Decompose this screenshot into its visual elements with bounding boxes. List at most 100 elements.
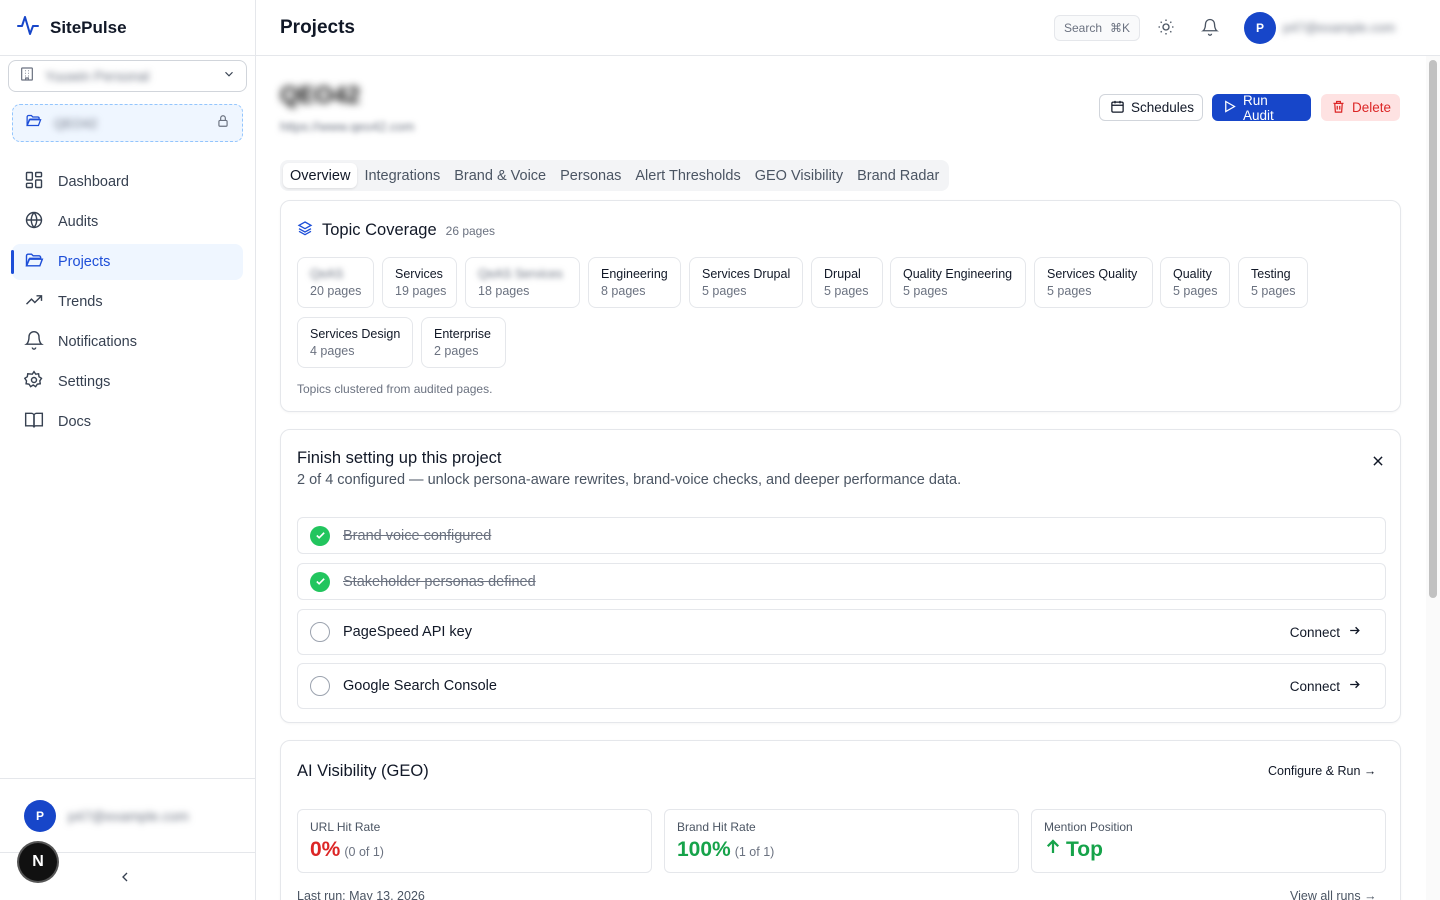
- run-audit-label: Run Audit: [1243, 92, 1274, 123]
- connect-pagespeed-button[interactable]: Connect: [1290, 624, 1361, 640]
- setup-item: Stakeholder personas defined: [297, 563, 1386, 600]
- metric-value: Top: [1066, 838, 1103, 861]
- topic-chip[interactable]: Services Design 4 pages: [297, 317, 413, 368]
- sidebar-item-docs[interactable]: Docs: [12, 404, 243, 440]
- main-content: QEO42 https://www.qeo42.com Schedules Ru…: [256, 56, 1426, 900]
- sun-icon[interactable]: [1157, 18, 1175, 41]
- setup-item-label: Stakeholder personas defined: [343, 573, 536, 590]
- sidebar-item-trends[interactable]: Trends: [12, 284, 243, 320]
- play-icon: [1222, 99, 1237, 117]
- sidebar-item-label: Docs: [58, 414, 92, 430]
- geo-last-run: Last run: May 13, 2026: [297, 889, 425, 900]
- arrow-right-icon: [1348, 624, 1361, 640]
- pulse-logo-icon: [16, 13, 40, 42]
- chevron-down-icon: [222, 67, 236, 86]
- chevron-left-icon[interactable]: [117, 869, 133, 890]
- sidebar-item-label: Notifications: [58, 334, 137, 350]
- next-dev-badge[interactable]: N: [19, 843, 57, 881]
- building-icon: [19, 66, 35, 87]
- main-scrollbar[interactable]: [1426, 56, 1440, 900]
- topic-chip[interactable]: Testing 5 pages: [1238, 257, 1308, 308]
- tab-alert-thresholds[interactable]: Alert Thresholds: [628, 163, 747, 188]
- metric-value-row: 0% (0 of 1): [310, 838, 639, 862]
- sidebar-item-notifications[interactable]: Notifications: [12, 324, 243, 360]
- org-selector[interactable]: Yuuwin Personal: [8, 60, 247, 92]
- sidebar-item-dashboard[interactable]: Dashboard: [12, 164, 243, 200]
- tab-geo-visibility[interactable]: GEO Visibility: [748, 163, 850, 188]
- metric-url-hit-rate: URL Hit Rate 0% (0 of 1): [297, 809, 652, 873]
- sidebar-item-label: Trends: [58, 294, 103, 310]
- project-name: QEO42: [54, 115, 98, 131]
- topic-chip[interactable]: Quality 5 pages: [1160, 257, 1230, 308]
- setup-title: Finish setting up this project: [297, 449, 502, 467]
- delete-button[interactable]: Delete: [1321, 94, 1400, 121]
- topic-chip[interactable]: Enterprise 2 pages: [421, 317, 506, 368]
- user-email: p47@example.com: [68, 808, 189, 824]
- metric-value-row: 100% (1 of 1): [677, 838, 1006, 862]
- schedules-button[interactable]: Schedules: [1099, 94, 1203, 121]
- topic-chip-name: Services Drupal: [702, 267, 791, 281]
- bell-icon: [24, 330, 44, 354]
- search-label: Search: [1063, 21, 1102, 35]
- project-title: QEO42: [280, 82, 361, 109]
- tab-brand-voice[interactable]: Brand & Voice: [447, 163, 553, 188]
- project-tabs: Overview Integrations Brand & Voice Pers…: [280, 160, 950, 191]
- sidebar-item-projects[interactable]: Projects: [11, 244, 243, 280]
- setup-item: Brand voice configured: [297, 517, 1386, 554]
- header-avatar[interactable]: P: [1244, 12, 1276, 44]
- topic-chip-pages: 2 pages: [434, 344, 479, 358]
- topic-coverage-footer: Topics clustered from audited pages.: [297, 382, 493, 396]
- topic-chip-pages: 5 pages: [702, 284, 747, 298]
- metric-value: 100%: [677, 838, 731, 861]
- project-selector[interactable]: QEO42: [12, 104, 243, 142]
- project-url: https://www.qeo42.com: [280, 119, 415, 134]
- metric-label: URL Hit Rate: [310, 820, 381, 834]
- scrollbar-thumb[interactable]: [1429, 60, 1437, 598]
- bell-icon[interactable]: [1201, 18, 1219, 41]
- search-button[interactable]: Search ⌘K: [1054, 15, 1140, 41]
- topic-chip-name: Services Quality: [1047, 267, 1138, 281]
- topic-chip[interactable]: QeAS 20 pages: [297, 257, 374, 308]
- tab-overview[interactable]: Overview: [283, 163, 358, 188]
- topic-chip-pages: 18 pages: [478, 284, 530, 298]
- tab-personas[interactable]: Personas: [553, 163, 628, 188]
- topic-chip-pages: 5 pages: [903, 284, 948, 298]
- sidebar-item-audits[interactable]: Audits: [12, 204, 243, 240]
- topic-chip-name: Engineering: [601, 267, 668, 281]
- metric-value-row: Top: [1044, 838, 1373, 862]
- user-menu[interactable]: P p47@example.com: [24, 800, 189, 832]
- topic-chip-name: QeAS Services: [478, 267, 563, 281]
- setup-item: PageSpeed API key Connect: [297, 609, 1386, 655]
- topic-chip[interactable]: Services Drupal 5 pages: [689, 257, 803, 308]
- close-icon[interactable]: [1371, 454, 1385, 473]
- topic-chip[interactable]: Services Quality 5 pages: [1034, 257, 1153, 308]
- topic-chip[interactable]: Drupal 5 pages: [811, 257, 883, 308]
- topic-chip-name: Drupal: [824, 267, 861, 281]
- connect-search-console-button[interactable]: Connect: [1290, 678, 1361, 694]
- check-circle-icon: [310, 525, 330, 546]
- sidebar-item-settings[interactable]: Settings: [12, 364, 243, 400]
- view-all-runs-link[interactable]: View all runs →: [1290, 889, 1377, 900]
- topic-chip-pages: 4 pages: [310, 344, 355, 358]
- metric-label: Mention Position: [1044, 820, 1133, 834]
- run-audit-button[interactable]: Run Audit: [1212, 92, 1311, 123]
- setup-item: Google Search Console Connect: [297, 663, 1386, 709]
- top-header: Projects Search ⌘K P p47@example.com: [256, 0, 1440, 56]
- tab-brand-radar[interactable]: Brand Radar: [850, 163, 946, 188]
- tab-integrations[interactable]: Integrations: [357, 163, 447, 188]
- configure-run-link[interactable]: Configure & Run →: [1268, 764, 1376, 778]
- folder-open-icon: [25, 112, 42, 134]
- gear-icon: [23, 370, 44, 394]
- brand[interactable]: SitePulse: [0, 0, 255, 56]
- topic-coverage-title: Topic Coverage: [322, 221, 437, 239]
- topic-chip[interactable]: Services 19 pages: [382, 257, 457, 308]
- topic-chip-name: Services Design: [310, 327, 401, 341]
- check-circle-icon: [310, 571, 330, 592]
- metric-brand-hit-rate: Brand Hit Rate 100% (1 of 1): [664, 809, 1019, 873]
- connect-label: Connect: [1289, 624, 1340, 640]
- sidebar-item-label: Settings: [58, 374, 111, 390]
- page-title: Projects: [280, 16, 355, 38]
- topic-chip[interactable]: Quality Engineering 5 pages: [890, 257, 1026, 308]
- topic-chip[interactable]: QeAS Services 18 pages: [465, 257, 580, 308]
- topic-chip[interactable]: Engineering 8 pages: [588, 257, 681, 308]
